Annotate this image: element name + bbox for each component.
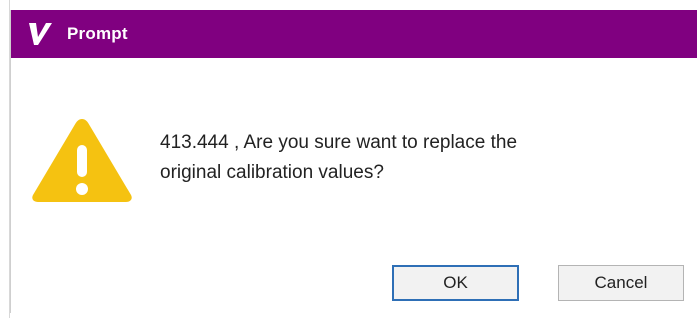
- message-line-1: 413.444 , Are you sure want to replace t…: [160, 132, 518, 153]
- cancel-button[interactable]: Cancel: [558, 265, 684, 301]
- dialog-titlebar: Prompt: [11, 10, 697, 58]
- v-logo-icon: [25, 22, 55, 46]
- warning-icon: [29, 115, 135, 203]
- dialog-title: Prompt: [67, 24, 128, 43]
- dialog-message: 413.444 , Are you sure want to replace t…: [160, 128, 660, 188]
- background-window-edge: [0, 0, 10, 318]
- message-line-2: original calibration values?: [160, 162, 384, 183]
- ok-button[interactable]: OK: [392, 265, 519, 301]
- prompt-dialog: Prompt 413.444 , Are you sure want to re…: [10, 10, 697, 313]
